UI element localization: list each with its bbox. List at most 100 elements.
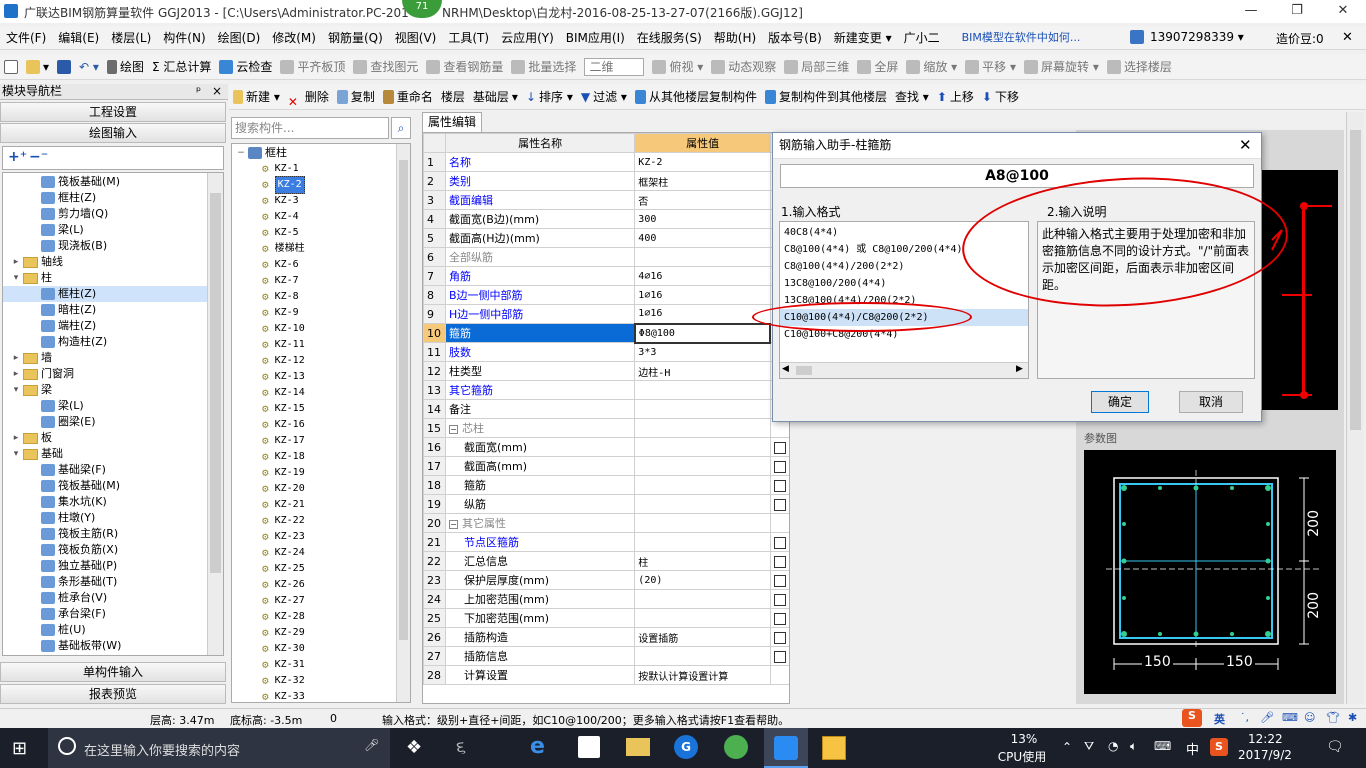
- property-row[interactable]: 6 全部纵筋: [423, 247, 789, 267]
- property-value[interactable]: 按默认计算设置计算: [634, 665, 771, 685]
- filter-button[interactable]: ▼ 过滤 ▾: [577, 85, 631, 109]
- menu-assistant[interactable]: 广小二: [898, 26, 946, 50]
- component-list-item[interactable]: ⚙ KZ-12: [232, 353, 410, 369]
- menu-help[interactable]: 帮助(H): [708, 26, 762, 50]
- property-row[interactable]: 13 其它箍筋: [423, 380, 789, 400]
- component-list-item[interactable]: ⚙ KZ-5: [232, 225, 410, 241]
- summary-calc-button[interactable]: Σ 汇总计算: [148, 55, 215, 79]
- new-component-button[interactable]: 新建 ▾: [229, 85, 284, 109]
- tree-item[interactable]: 筏板负筋(X): [3, 542, 223, 558]
- tree-item[interactable]: 框柱(Z): [3, 190, 223, 206]
- property-value[interactable]: [634, 399, 771, 419]
- property-row[interactable]: 18 箍筋: [423, 475, 789, 495]
- attach-checkbox[interactable]: [774, 650, 787, 663]
- ok-button[interactable]: 确定: [1091, 391, 1149, 413]
- tree-item[interactable]: 圈梁(E): [3, 414, 223, 430]
- edge-icon[interactable]: e: [530, 734, 545, 759]
- clock-date[interactable]: 2017/9/2: [1238, 748, 1292, 762]
- menu-component[interactable]: 构件(N): [157, 26, 211, 50]
- clock-time[interactable]: 12:22: [1248, 732, 1283, 746]
- component-list-item[interactable]: ⚙ KZ-26: [232, 577, 410, 593]
- explorer-icon[interactable]: [626, 738, 650, 756]
- user-ime-icon[interactable]: ☺: [1304, 711, 1315, 724]
- property-value[interactable]: 柱: [634, 551, 771, 571]
- property-value[interactable]: [634, 532, 771, 552]
- component-list-item[interactable]: ⚙ KZ-10: [232, 321, 410, 337]
- menu-bim-tip-link[interactable]: BIM模型在软件中如何...: [956, 26, 1087, 50]
- menu-bim[interactable]: BIM应用(I): [560, 26, 631, 50]
- property-value[interactable]: (20): [634, 570, 771, 590]
- start-windows-icon[interactable]: ⊞: [12, 738, 27, 759]
- property-value[interactable]: [634, 475, 771, 495]
- tree-item[interactable]: 剪力墙(Q): [3, 206, 223, 222]
- component-list-item[interactable]: ⚙ KZ-22: [232, 513, 410, 529]
- taskbar-mic-icon[interactable]: 🎤︎: [364, 738, 379, 752]
- property-value[interactable]: [634, 513, 771, 533]
- property-row[interactable]: 3 截面编辑 否: [423, 190, 789, 210]
- menu-draw[interactable]: 绘图(D): [212, 26, 267, 50]
- property-value[interactable]: 边柱-H: [634, 361, 771, 381]
- draw-input-button[interactable]: 绘图输入: [0, 123, 226, 143]
- tree-item[interactable]: 基础板带(W): [3, 638, 223, 654]
- property-value[interactable]: Φ8@100: [633, 322, 772, 344]
- tools-icon[interactable]: ✱: [1348, 711, 1357, 724]
- property-row[interactable]: 8 B边一侧中部筋 1⌀16: [423, 285, 789, 305]
- skin-icon[interactable]: 👕︎: [1326, 711, 1340, 724]
- tree-folder[interactable]: ▾ 梁: [3, 382, 223, 398]
- dialog-close-icon[interactable]: ✕: [1239, 136, 1252, 154]
- property-value[interactable]: [634, 247, 771, 267]
- property-row[interactable]: 5 截面高(H边)(mm) 400: [423, 228, 789, 248]
- component-list-item[interactable]: ⚙ KZ-6: [232, 257, 410, 273]
- component-list-item[interactable]: ⚙ KZ-25: [232, 561, 410, 577]
- property-value[interactable]: 设置插筋: [634, 627, 771, 647]
- tree-folder[interactable]: ▸ 轴线: [3, 254, 223, 270]
- property-row[interactable]: 23 保护层厚度(mm) (20): [423, 570, 789, 590]
- sort-button[interactable]: ↓ 排序 ▾: [522, 85, 577, 109]
- tree-item[interactable]: 独立基础(P): [3, 558, 223, 574]
- delete-component-button[interactable]: ✕ 删除: [284, 85, 333, 109]
- collapse-all-icon[interactable]: −⁻: [29, 149, 48, 165]
- component-list-item[interactable]: ⚙ KZ-1: [232, 161, 410, 177]
- property-value[interactable]: KZ-2: [634, 152, 771, 172]
- mic-icon[interactable]: 🎤︎: [1260, 711, 1274, 724]
- sogou-tray-icon[interactable]: S: [1210, 738, 1228, 756]
- tree-folder[interactable]: ▸ 板: [3, 430, 223, 446]
- save-icon[interactable]: [53, 55, 75, 79]
- component-list-item[interactable]: ⚙ KZ-20: [232, 481, 410, 497]
- component-list-item[interactable]: ⚙ KZ-19: [232, 465, 410, 481]
- expander-icon[interactable]: ▾: [11, 382, 21, 398]
- property-value[interactable]: 400: [634, 228, 771, 248]
- property-row[interactable]: 25 下加密范围(mm): [423, 608, 789, 628]
- component-list-item[interactable]: ⚙ KZ-8: [232, 289, 410, 305]
- tree-item[interactable]: 桩(U): [3, 622, 223, 638]
- expander-icon[interactable]: ▾: [11, 446, 21, 462]
- component-list-item[interactable]: ⚙ KZ-13: [232, 369, 410, 385]
- project-settings-button[interactable]: 工程设置: [0, 102, 226, 122]
- property-row[interactable]: 2 类别 框架柱: [423, 171, 789, 191]
- tray-expand-icon[interactable]: ⌃: [1062, 740, 1072, 754]
- property-row[interactable]: 7 角筋 4⌀16: [423, 266, 789, 286]
- tree-scrollbar[interactable]: [207, 173, 223, 655]
- find-button[interactable]: 查找 ▾: [891, 85, 933, 109]
- tree-item[interactable]: 承台梁(F): [3, 606, 223, 622]
- component-list-item[interactable]: ⚙ KZ-23: [232, 529, 410, 545]
- component-list-item[interactable]: ⚙ KZ-16: [232, 417, 410, 433]
- menu-floor[interactable]: 楼层(L): [105, 26, 157, 50]
- rename-button[interactable]: 重命名: [379, 85, 437, 109]
- pin-icon[interactable]: ᵖ: [196, 84, 201, 99]
- notes-app-icon[interactable]: [822, 736, 846, 760]
- attach-checkbox[interactable]: [774, 612, 787, 625]
- attach-checkbox[interactable]: [774, 441, 787, 454]
- local-3d-button[interactable]: 局部三维: [780, 55, 853, 79]
- view-mode-select[interactable]: 二维: [580, 55, 648, 79]
- tree-item[interactable]: 构造柱(Z): [3, 334, 223, 350]
- align-slab-top-button[interactable]: 平齐板顶: [276, 55, 349, 79]
- select-floor-button[interactable]: 选择楼层: [1103, 55, 1176, 79]
- tree-item[interactable]: 框柱(Z): [3, 286, 223, 302]
- language-indicator[interactable]: 中: [1186, 739, 1199, 758]
- component-list-item[interactable]: ⚙ KZ-9: [232, 305, 410, 321]
- expander-icon[interactable]: ▸: [11, 366, 21, 382]
- tree-item[interactable]: 暗柱(Z): [3, 302, 223, 318]
- copy-to-other-floor-button[interactable]: 复制构件到其他楼层: [761, 85, 891, 109]
- open-file-icon[interactable]: ▾: [22, 55, 53, 79]
